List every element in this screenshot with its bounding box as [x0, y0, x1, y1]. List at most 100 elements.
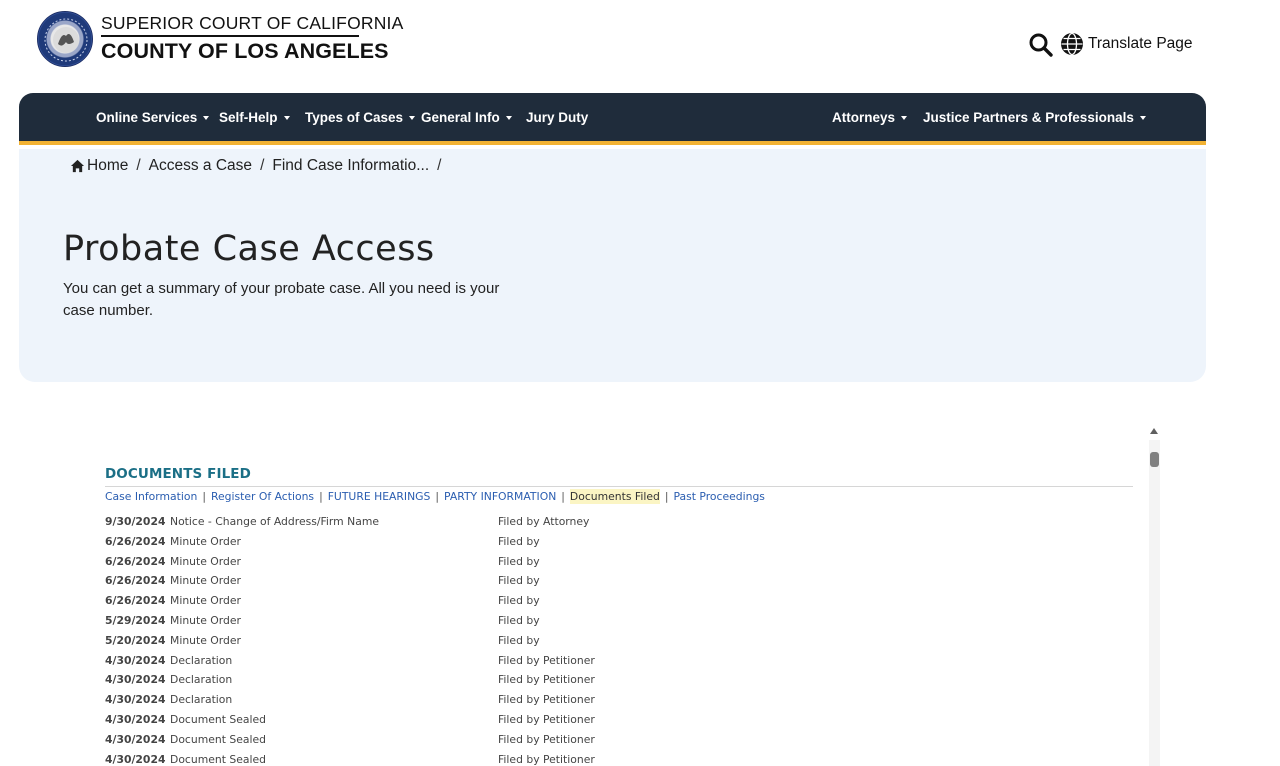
- document-row: 5/29/2024 Minute Order Filed by: [105, 611, 805, 631]
- document-filed-by: Filed by: [498, 534, 540, 548]
- heading-divider: [105, 486, 1133, 487]
- document-row: 4/30/2024 Declaration Filed by Petitioner: [105, 690, 805, 710]
- nav-justice-partners[interactable]: Justice Partners & Professionals: [923, 93, 1146, 141]
- nav-justice-partners-label: Justice Partners & Professionals: [923, 109, 1134, 125]
- breadcrumb-access-a-case[interactable]: Access a Case: [149, 157, 252, 175]
- document-filed-by: Filed by Petitioner: [498, 653, 595, 667]
- document-filed-by: Filed by: [498, 574, 540, 588]
- nav-attorneys[interactable]: Attorneys: [832, 93, 908, 141]
- document-description: Minute Order: [170, 534, 241, 548]
- tab-separator: |: [435, 490, 440, 503]
- site-header: SUPERIOR COURT OF CALIFORNIA COUNTY OF L…: [0, 0, 1280, 93]
- tab-separator: |: [319, 490, 323, 503]
- documents-filed-heading: DOCUMENTS FILED: [105, 466, 251, 482]
- tab-register-of-actions[interactable]: Register Of Actions: [211, 489, 314, 504]
- document-description: Minute Order: [170, 613, 241, 627]
- breadcrumb-home[interactable]: Home: [87, 157, 128, 175]
- document-filed-by: Filed by Attorney: [498, 515, 590, 528]
- document-date: 6/26/2024: [105, 574, 166, 588]
- tab-case-information[interactable]: Case Information: [105, 489, 197, 504]
- court-name-line2[interactable]: COUNTY OF LOS ANGELES: [101, 39, 389, 64]
- document-row: 4/30/2024 Declaration Filed by Petitioner: [105, 670, 805, 690]
- document-row: 4/30/2024 Document Sealed Filed by Petitio…: [105, 730, 805, 750]
- seal-emblem-icon: [44, 18, 88, 62]
- scrollbar-thumb[interactable]: [1150, 452, 1159, 467]
- document-filed-by: Filed by Petitioner: [498, 673, 595, 687]
- document-description: Minute Order: [170, 554, 241, 568]
- nav-jury-duty[interactable]: Jury Duty: [526, 93, 588, 141]
- hero-panel: Home / Access a Case / Find Case Informa…: [19, 149, 1206, 382]
- document-description: Minute Order: [170, 633, 241, 647]
- document-date: 4/30/2024: [105, 752, 166, 766]
- document-description: Declaration: [170, 693, 233, 707]
- caret-down-icon: [409, 115, 416, 120]
- tab-party-information[interactable]: PARTY INFORMATION: [444, 489, 556, 504]
- breadcrumb-find-case-information[interactable]: Find Case Informatio...: [272, 157, 429, 175]
- document-row: 6/26/2024 Minute Order Filed by: [105, 571, 805, 591]
- tab-future-hearings[interactable]: FUTURE HEARINGS: [328, 489, 431, 504]
- document-description: Document Sealed: [170, 752, 266, 766]
- document-filed-by: Filed by Petitioner: [498, 693, 595, 707]
- breadcrumb-separator: /: [136, 157, 141, 174]
- breadcrumb: Home / Access a Case / Find Case Informa…: [70, 157, 449, 175]
- document-date: 9/30/2024: [105, 515, 166, 528]
- nav-types-of-cases-label: Types of Cases: [305, 109, 404, 125]
- translate-page-button[interactable]: Translate Page: [1060, 32, 1193, 56]
- nav-attorneys-label: Attorneys: [832, 109, 896, 125]
- document-date: 6/26/2024: [105, 534, 166, 548]
- document-filed-by: Filed by: [498, 594, 540, 608]
- document-date: 4/30/2024: [105, 673, 166, 687]
- document-date: 6/26/2024: [105, 554, 166, 568]
- document-row: 6/26/2024 Minute Order Filed by: [105, 591, 805, 611]
- document-row: 5/20/2024 Minute Order Filed by: [105, 631, 805, 651]
- frame-scrollbar[interactable]: [1149, 440, 1160, 766]
- nav-types-of-cases[interactable]: Types of Cases: [305, 93, 416, 141]
- document-row: 6/26/2024 Minute Order Filed by: [105, 532, 805, 552]
- document-filed-by: Filed by Petitioner: [498, 712, 595, 726]
- document-filed-by: Filed by: [498, 613, 540, 627]
- globe-icon: [1061, 32, 1083, 56]
- case-tabs: Case Information | Register Of Actions |…: [105, 489, 765, 504]
- caret-down-icon: [203, 115, 210, 120]
- caret-down-icon: [283, 115, 290, 120]
- nav-online-services[interactable]: Online Services: [96, 93, 210, 141]
- document-date: 4/30/2024: [105, 693, 166, 707]
- nav-general-info[interactable]: General Info: [421, 93, 512, 141]
- tab-separator: |: [561, 490, 565, 503]
- page-title: Probate Case Access: [63, 229, 435, 269]
- tab-separator: |: [664, 490, 669, 503]
- tab-documents-filed[interactable]: Documents Filed: [569, 489, 660, 504]
- document-filed-by: Filed by Petitioner: [498, 752, 595, 766]
- document-date: 5/20/2024: [105, 633, 166, 647]
- home-icon: [70, 159, 85, 173]
- document-date: 5/29/2024: [105, 613, 166, 627]
- document-description: Minute Order: [170, 594, 241, 608]
- scroll-up-arrow-icon[interactable]: [1150, 428, 1158, 434]
- breadcrumb-separator: /: [260, 157, 265, 174]
- court-name-line1: SUPERIOR COURT OF CALIFORNIA: [101, 13, 404, 33]
- breadcrumb-separator: /: [437, 157, 442, 174]
- document-description: Minute Order: [170, 574, 241, 588]
- documents-list: 9/30/2024 Notice - Change of Address/Firm…: [105, 512, 805, 766]
- document-date: 6/26/2024: [105, 594, 166, 608]
- document-row: 6/26/2024 Minute Order Filed by: [105, 552, 805, 572]
- document-date: 4/30/2024: [105, 712, 166, 726]
- document-row: 4/30/2024 Document Sealed Filed by Petitio…: [105, 710, 805, 730]
- document-description: Document Sealed: [170, 732, 266, 746]
- search-icon[interactable]: [1028, 32, 1054, 58]
- document-filed-by: Filed by: [498, 554, 540, 568]
- document-filed-by: Filed by: [498, 633, 540, 647]
- document-row: 4/30/2024 Declaration Filed by Petitioner: [105, 651, 805, 671]
- document-description: Notice - Change of Address/Firm Name: [170, 515, 379, 528]
- caret-down-icon: [901, 115, 908, 120]
- document-row: 9/30/2024 Notice - Change of Address/Firm…: [105, 512, 805, 532]
- tab-past-proceedings[interactable]: Past Proceedings: [673, 489, 764, 504]
- page-description: You can get a summary of your probate ca…: [63, 280, 500, 319]
- nav-self-help[interactable]: Self-Help: [219, 93, 290, 141]
- document-date: 4/30/2024: [105, 653, 166, 667]
- court-name-divider: [101, 35, 359, 37]
- court-seal-logo[interactable]: [37, 11, 93, 67]
- nav-general-info-label: General Info: [421, 109, 500, 125]
- document-date: 4/30/2024: [105, 732, 166, 746]
- main-nav: Online Services Self-Help Types of Cases…: [19, 93, 1206, 145]
